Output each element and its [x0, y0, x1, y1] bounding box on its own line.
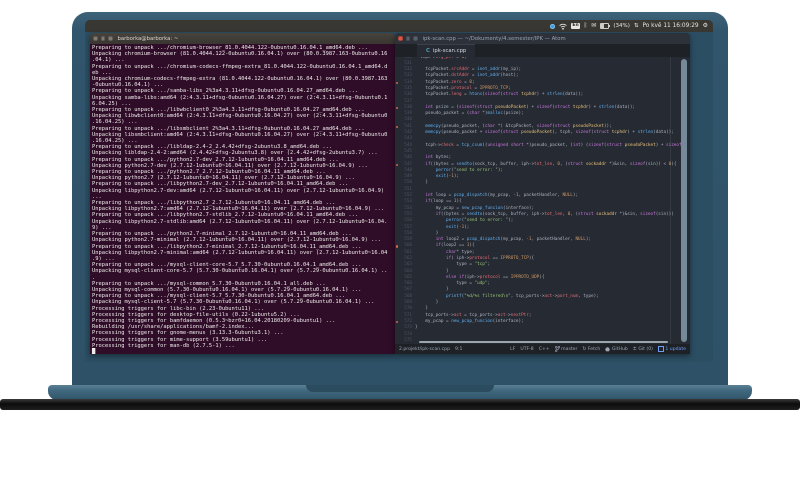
code-text: tcph->urg_ptr = 0;: [415, 57, 467, 60]
top-panel: En ᛒ ✉ (34%) ⇅ Po kvě 11 16:09:29 ⚙: [85, 20, 713, 32]
clock-indicator[interactable]: Po kvě 11 16:09:29: [642, 20, 698, 32]
laptop-shadow: [0, 399, 800, 410]
wrap-guide: [670, 57, 671, 344]
terminal-line: Preparing to unpack .../samba-libs_2%3a4…: [92, 88, 359, 95]
terminal-window: barborka@barborka: ~ Preparing to unpack…: [90, 33, 395, 354]
terminal-titlebar: barborka@barborka: ~: [90, 33, 395, 44]
vertical-scrollbar[interactable]: [681, 59, 687, 342]
trackpad-notch: [306, 385, 494, 392]
code-text: pseudo_packet = (char *)malloc(psize);: [415, 111, 524, 117]
code-line: 542 memcpy(pseudo_packet + sizeof(struct…: [395, 130, 690, 136]
terminal-output[interactable]: Preparing to unpack .../chromium-browser…: [90, 44, 395, 354]
code-editor[interactable]: 530 tcph->urg_ptr = 0; 531 532 tcpPacket.s…: [395, 57, 690, 344]
code-text: tcph->check = tcp_csum((unsigned short *…: [415, 142, 682, 148]
code-text: tcpPacket.leng = htons(sizeof(struct tcp…: [415, 92, 584, 98]
code-text: printf("%d/%s filtered\n", tcp_ports->ac…: [446, 293, 599, 299]
editor-titlebar: ipk-scan.cpp — ~/Dokumenty/4.semester/IP…: [395, 33, 690, 44]
terminal-line: █: [92, 348, 96, 354]
close-icon[interactable]: [398, 36, 403, 41]
editor-statusbar: 2.projekt/ipk-scan.cpp 9:1 LF UTF-8 C++: [395, 344, 690, 354]
terminal-line: Preparing to unpack .../chromium-codecs-…: [92, 63, 388, 70]
terminal-line: Preparing to unpack .../libsmbclient_2%3…: [92, 125, 365, 132]
terminal-line: Unpacking libwbclient0:amd64 (2:4.3.11+d…: [92, 113, 388, 120]
statusbar-line-ending[interactable]: LF: [510, 347, 515, 352]
laptop-lid: En ᛒ ✉ (34%) ⇅ Po kvě 11 16:09:29 ⚙ barb…: [72, 12, 728, 386]
github-icon: [605, 346, 611, 352]
tab-ipk-scan-cpp[interactable]: C ipk-scan.cpp: [417, 44, 476, 57]
terminal-line: Unpacking libsmbclient:amd64 (2:4.3.11+d…: [92, 131, 388, 138]
code-text: memcpy(pseudo_packet + sizeof(struct pse…: [425, 130, 674, 136]
laptop-mockup: En ᛒ ✉ (34%) ⇅ Po kvě 11 16:09:29 ⚙ barb…: [0, 0, 800, 477]
editor-window: ipk-scan.cpp — ~/Dokumenty/4.semester/IP…: [395, 33, 690, 354]
statusbar-encoding[interactable]: UTF-8: [520, 347, 533, 352]
git-diff-icon: ±: [632, 346, 637, 352]
mail-icon[interactable]: ✉: [591, 20, 596, 32]
terminal-line: Unpacking libldap-2.4-2:amd64 (2.4.42+df…: [92, 150, 378, 157]
branch-icon: [554, 346, 560, 352]
statusbar-cursor-position[interactable]: 9:1: [455, 347, 462, 352]
maximize-icon[interactable]: [108, 36, 113, 41]
update-package-icon: [657, 346, 664, 352]
horizontal-scrollbar[interactable]: [419, 340, 668, 343]
terminal-line: Unpacking libpython2.7-stdlib:amd64 (2.7…: [92, 218, 388, 225]
code-text: my_pcap = new_pcap_funcion(interface);: [415, 318, 524, 324]
terminal-line: Preparing to unpack .../libpython2.7-std…: [92, 212, 359, 219]
cpp-file-icon: C: [426, 48, 430, 54]
maximize-icon[interactable]: [413, 36, 418, 41]
session-gear-icon[interactable]: ⚙: [703, 20, 708, 32]
messenger-indicator-icon[interactable]: [550, 23, 556, 29]
network-wifi-icon[interactable]: [559, 23, 568, 30]
tab-label: ipk-scan.cpp: [432, 48, 467, 54]
statusbar-git-branch[interactable]: master: [554, 346, 577, 352]
terminal-line: Unpacking chromium-browser (81.0.4044.12…: [92, 51, 388, 58]
statusbar-github[interactable]: GitHub: [605, 346, 628, 352]
statusbar-git-changes[interactable]: ± Git (0): [633, 347, 653, 352]
refresh-icon: ↻: [582, 346, 587, 352]
statusbar-fetch[interactable]: ↻ Fetch: [582, 347, 600, 352]
terminal-line: Unpacking samba-libs:amd64 (2:4.3.11+dfs…: [92, 94, 388, 101]
editor-tabbar: C ipk-scan.cpp: [395, 44, 690, 57]
terminal-line: Unpacking mysql-client-5.7 (5.7.30-0ubun…: [92, 299, 375, 306]
terminal-title: barborka@barborka: ~: [117, 35, 179, 42]
battery-percentage: (34%): [613, 23, 630, 29]
code-text: }: [415, 325, 418, 331]
laptop-screen: En ᛒ ✉ (34%) ⇅ Po kvě 11 16:09:29 ⚙ barb…: [85, 20, 713, 362]
keyboard-layout-indicator[interactable]: En: [571, 23, 580, 29]
terminal-line: Preparing to unpack .../libpython2.7-min…: [92, 243, 362, 250]
terminal-line: Unpacking python2.7-minimal (2.7.12-1ubu…: [92, 237, 381, 244]
terminal-line: Unpacking mysql-client-core-5.7 (5.7.30-…: [92, 268, 388, 275]
minimize-icon[interactable]: [405, 36, 410, 41]
sync-arrows-icon[interactable]: ⇅: [634, 20, 639, 32]
bluetooth-icon[interactable]: ᛒ: [584, 20, 588, 32]
laptop-base: [48, 385, 752, 400]
terminal-line: Unpacking libpython2.7-dev:amd64 (2.7.12…: [92, 187, 385, 194]
editor-title: ipk-scan.cpp — ~/Dokumenty/4.semester/IP…: [422, 35, 566, 42]
close-icon[interactable]: [93, 36, 98, 41]
statusbar-language[interactable]: C++: [539, 347, 550, 352]
system-indicators: En ᛒ ✉ (34%) ⇅ Po kvě 11 16:09:29 ⚙: [550, 20, 713, 32]
statusbar-file-path[interactable]: 2.projekt/ipk-scan.cpp: [399, 347, 450, 352]
statusbar-updates[interactable]: 1 update: [657, 346, 686, 352]
code-text: }: [415, 180, 428, 186]
terminal-line: Unpacking libpython2.7-minimal:amd64 (2.…: [92, 249, 388, 256]
code-line: 544 tcph->check = tcp_csum((unsigned sho…: [395, 143, 690, 149]
battery-icon[interactable]: [600, 23, 611, 29]
minimize-icon[interactable]: [100, 36, 105, 41]
